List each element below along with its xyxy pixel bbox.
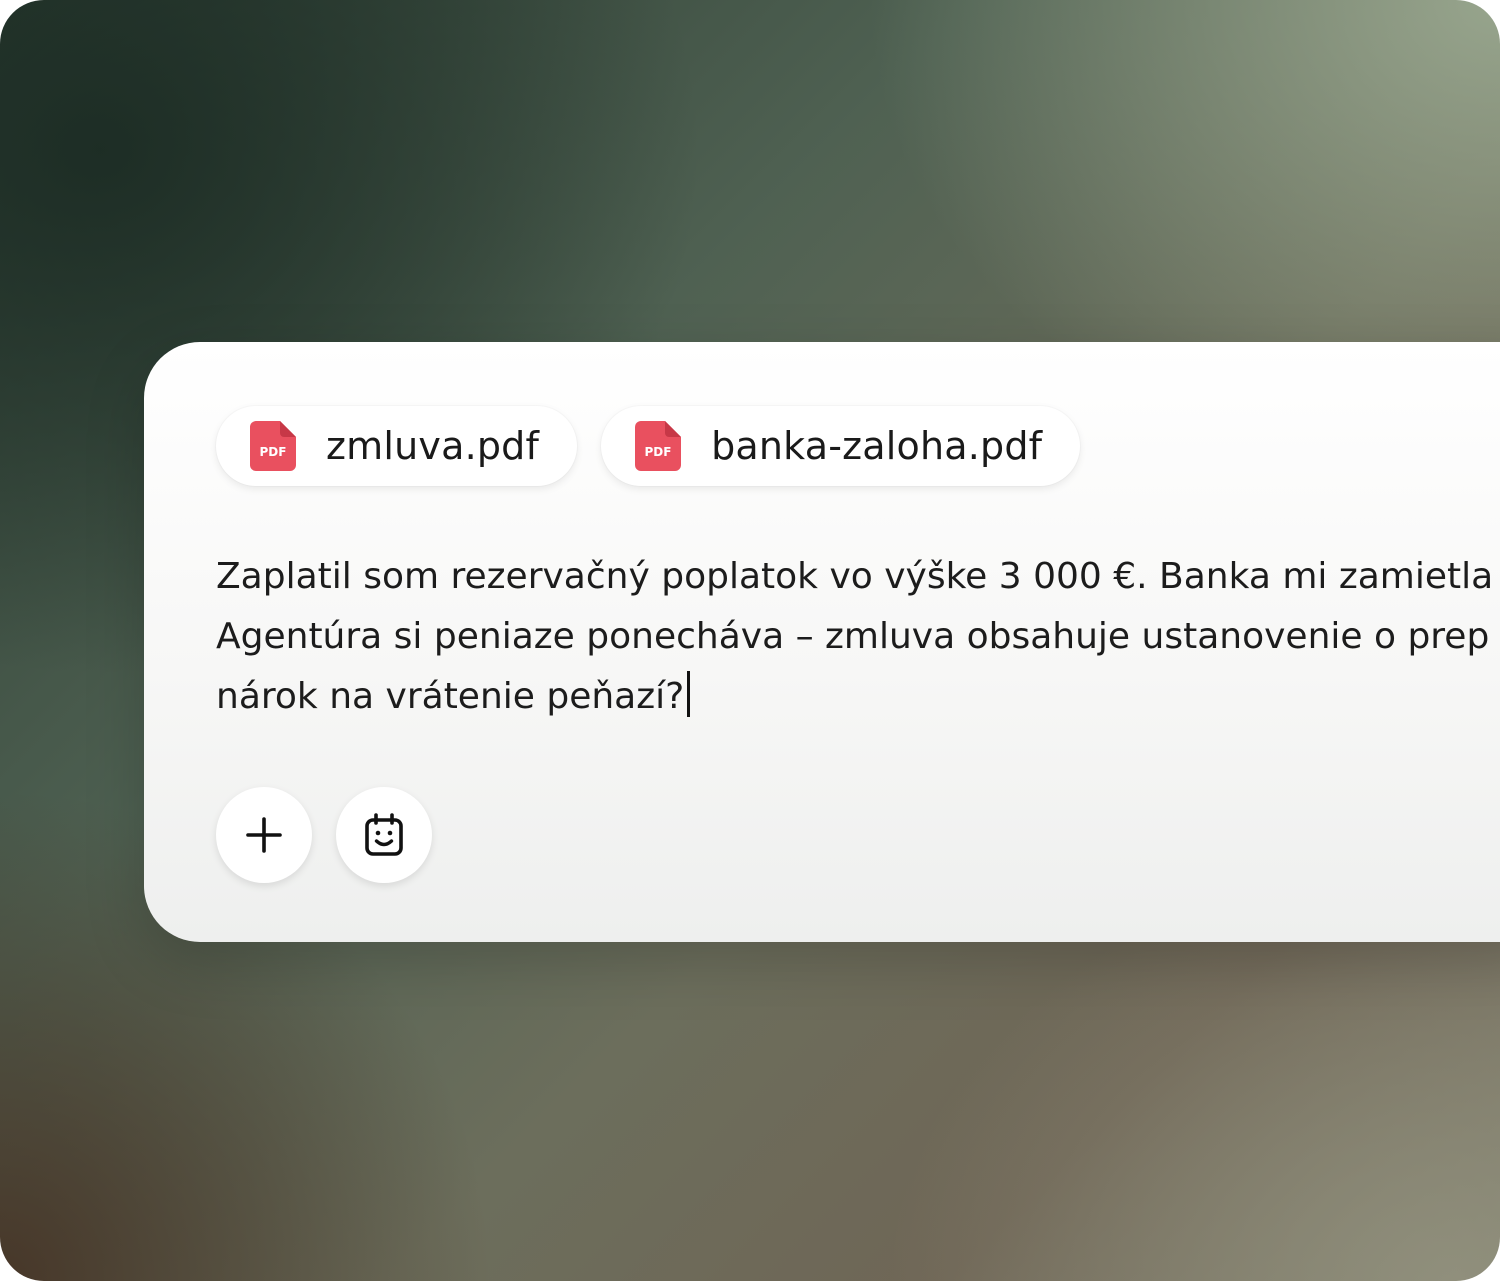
- attachment-name: zmluva.pdf: [326, 424, 540, 468]
- assistant-button[interactable]: [336, 787, 432, 883]
- attachment-chip-banka-zaloha[interactable]: PDF banka-zaloha.pdf: [601, 406, 1081, 486]
- add-button[interactable]: [216, 787, 312, 883]
- message-line-text: nárok na vrátenie peňazí?: [216, 676, 685, 717]
- pdf-icon-label: PDF: [260, 445, 287, 459]
- pdf-icon-label: PDF: [645, 445, 672, 459]
- message-line: Agentúra si peniaze ponecháva – zmluva o…: [216, 607, 1500, 667]
- calendar-smile-icon: [365, 813, 403, 856]
- message-line-text: Agentúra si peniaze ponecháva – zmluva o…: [216, 616, 1490, 657]
- message-line: nárok na vrátenie peňazí?: [216, 667, 1500, 727]
- attachment-name: banka-zaloha.pdf: [711, 424, 1043, 468]
- attachment-list: PDF zmluva.pdf PDF banka-zaloha.pdf: [216, 406, 1081, 486]
- message-composer: PDF zmluva.pdf PDF banka-zaloha.pdf Zapl…: [144, 342, 1500, 942]
- plus-icon: [246, 817, 282, 853]
- attachment-chip-zmluva[interactable]: PDF zmluva.pdf: [216, 406, 578, 486]
- text-cursor: [687, 671, 691, 717]
- message-line: Zaplatil som rezervačný poplatok vo výšk…: [216, 556, 1494, 597]
- pdf-file-icon: PDF: [635, 421, 682, 471]
- composer-actions: [216, 787, 432, 883]
- message-input[interactable]: Zaplatil som rezervačný poplatok vo výšk…: [216, 547, 1500, 727]
- background-canvas: PDF zmluva.pdf PDF banka-zaloha.pdf Zapl…: [0, 0, 1500, 1281]
- pdf-file-icon: PDF: [250, 421, 296, 471]
